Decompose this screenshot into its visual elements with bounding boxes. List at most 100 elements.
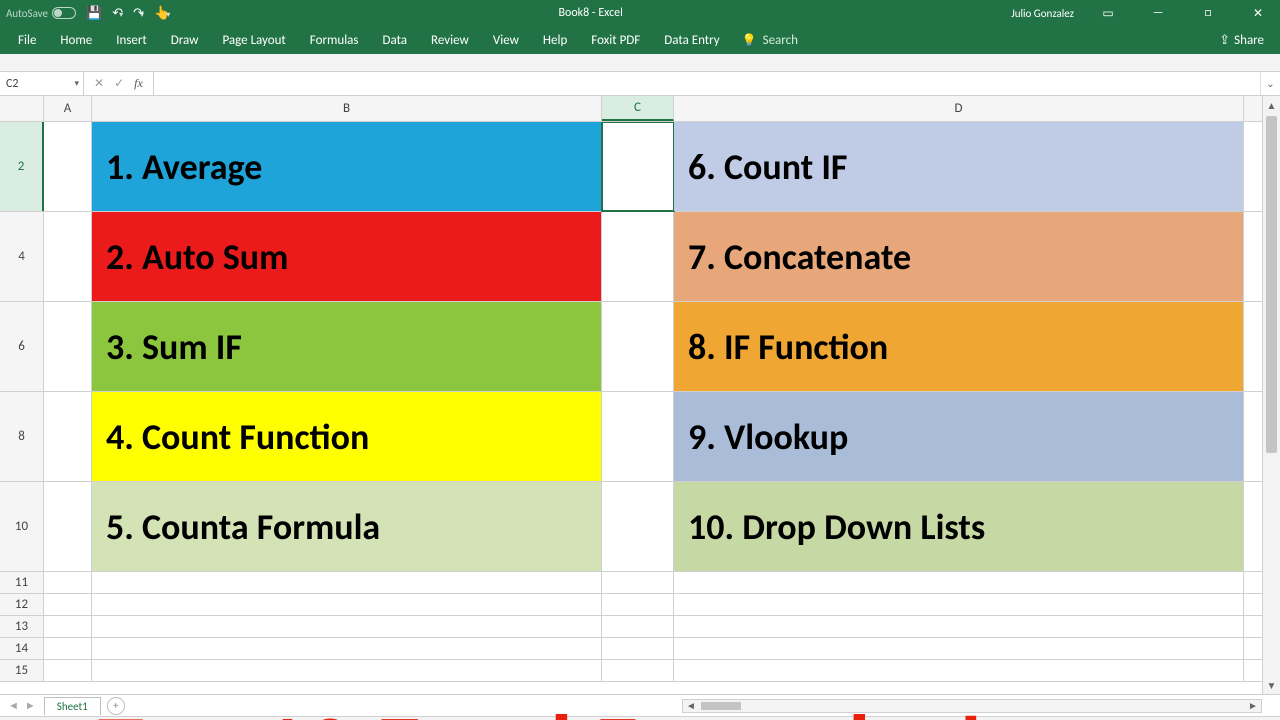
row-header-2[interactable]: 2 (0, 122, 44, 211)
cell-b13[interactable] (92, 616, 602, 637)
sheet-nav-prev-icon[interactable]: ◄ (8, 699, 19, 712)
cell-d4[interactable]: 7. Concatenate (674, 212, 1244, 301)
cell-a10[interactable] (44, 482, 92, 571)
sheet-tab-row: ◄ ► Sheet1 + ◄ ► (0, 694, 1280, 716)
tab-review[interactable]: Review (419, 26, 481, 54)
row-header-8[interactable]: 8 (0, 392, 44, 481)
cell-c6[interactable] (602, 302, 674, 391)
maximize-button[interactable]: □ (1192, 6, 1224, 20)
col-header-d[interactable]: D (674, 96, 1244, 121)
tab-data[interactable]: Data (371, 26, 420, 54)
tab-insert[interactable]: Insert (104, 26, 159, 54)
tell-me-search[interactable]: 💡 Search (742, 33, 798, 48)
undo-icon[interactable]: ↶▾ (112, 6, 123, 21)
cell-c12[interactable] (602, 594, 674, 615)
hscroll-thumb[interactable] (701, 702, 741, 710)
tab-foxit[interactable]: Foxit PDF (579, 26, 652, 54)
col-header-a[interactable]: A (44, 96, 92, 121)
cell-d11[interactable] (674, 572, 1244, 593)
cell-d6[interactable]: 8. IF Function (674, 302, 1244, 391)
name-box-dropdown-icon[interactable]: ▾ (74, 78, 79, 89)
cell-b4[interactable]: 2. Auto Sum (92, 212, 602, 301)
cell-c10[interactable] (602, 482, 674, 571)
cancel-formula-icon[interactable]: ✕ (94, 76, 104, 91)
select-all-corner[interactable] (0, 96, 44, 121)
cell-b10[interactable]: 5. Counta Formula (92, 482, 602, 571)
cell-c15[interactable] (602, 660, 674, 681)
cell-a14[interactable] (44, 638, 92, 659)
scroll-down-icon[interactable]: ▼ (1263, 676, 1280, 694)
row-header-10[interactable]: 10 (0, 482, 44, 571)
cell-a13[interactable] (44, 616, 92, 637)
cell-b14[interactable] (92, 638, 602, 659)
scroll-up-icon[interactable]: ▲ (1263, 96, 1280, 114)
cell-a2[interactable] (44, 122, 92, 211)
tab-help[interactable]: Help (531, 26, 579, 54)
cell-c2[interactable] (602, 122, 674, 211)
cell-b2[interactable]: 1. Average (92, 122, 602, 211)
minimize-button[interactable]: — (1142, 6, 1174, 20)
cell-b11[interactable] (92, 572, 602, 593)
cell-a8[interactable] (44, 392, 92, 481)
vertical-scrollbar[interactable]: ▲ ▼ (1262, 96, 1280, 694)
cell-d10[interactable]: 10. Drop Down Lists (674, 482, 1244, 571)
cell-a4[interactable] (44, 212, 92, 301)
cell-c11[interactable] (602, 572, 674, 593)
row-header-4[interactable]: 4 (0, 212, 44, 301)
sheet-tab-sheet1[interactable]: Sheet1 (44, 697, 101, 715)
row-header-14[interactable]: 14 (0, 638, 44, 659)
expand-formula-bar-icon[interactable]: ⌄ (1260, 72, 1280, 95)
cell-a15[interactable] (44, 660, 92, 681)
close-button[interactable]: ✕ (1242, 6, 1274, 21)
cell-d14[interactable] (674, 638, 1244, 659)
cell-d12[interactable] (674, 594, 1244, 615)
save-icon[interactable]: 💾 (86, 6, 102, 21)
cell-c8[interactable] (602, 392, 674, 481)
cell-b15[interactable] (92, 660, 602, 681)
cell-b8[interactable]: 4. Count Function (92, 392, 602, 481)
cell-a11[interactable] (44, 572, 92, 593)
col-header-c[interactable]: C (602, 96, 674, 121)
col-header-b[interactable]: B (92, 96, 602, 121)
share-button[interactable]: ⇪ Share (1209, 33, 1274, 48)
cell-b12[interactable] (92, 594, 602, 615)
cell-c4[interactable] (602, 212, 674, 301)
row-header-15[interactable]: 15 (0, 660, 44, 681)
row-header-12[interactable]: 12 (0, 594, 44, 615)
add-sheet-button[interactable]: + (107, 697, 125, 715)
row-header-6[interactable]: 6 (0, 302, 44, 391)
ribbon-display-icon[interactable]: ▭ (1092, 6, 1124, 21)
touch-icon[interactable]: 👆▾ (154, 6, 170, 21)
tab-page-layout[interactable]: Page Layout (210, 26, 297, 54)
tab-view[interactable]: View (481, 26, 531, 54)
autosave-toggle[interactable]: AutoSave (6, 7, 76, 20)
horizontal-scrollbar[interactable]: ◄ ► (682, 699, 1262, 713)
cell-d15[interactable] (674, 660, 1244, 681)
tab-file[interactable]: File (6, 26, 48, 54)
cell-d13[interactable] (674, 616, 1244, 637)
hscroll-right-icon[interactable]: ► (1245, 699, 1261, 712)
cell-d2[interactable]: 6. Count IF (674, 122, 1244, 211)
formula-input[interactable] (154, 72, 1260, 95)
hscroll-left-icon[interactable]: ◄ (683, 699, 699, 712)
cell-b6[interactable]: 3. Sum IF (92, 302, 602, 391)
sheet-nav-next-icon[interactable]: ► (25, 699, 36, 712)
tab-home[interactable]: Home (48, 26, 104, 54)
name-box[interactable]: C2 ▾ (0, 72, 84, 95)
tab-draw[interactable]: Draw (159, 26, 211, 54)
cell-a6[interactable] (44, 302, 92, 391)
enter-formula-icon[interactable]: ✓ (114, 76, 124, 91)
cell-d8[interactable]: 9. Vlookup (674, 392, 1244, 481)
tab-data-entry[interactable]: Data Entry (652, 26, 731, 54)
tab-formulas[interactable]: Formulas (298, 26, 371, 54)
user-name[interactable]: Julio Gonzalez (1011, 7, 1074, 20)
row-header-11[interactable]: 11 (0, 572, 44, 593)
row-header-13[interactable]: 13 (0, 616, 44, 637)
redo-icon[interactable]: ↷▾ (133, 6, 144, 21)
column-headers: A B C D (0, 96, 1262, 122)
vscroll-thumb[interactable] (1266, 116, 1277, 453)
cell-a12[interactable] (44, 594, 92, 615)
cell-c13[interactable] (602, 616, 674, 637)
cell-c14[interactable] (602, 638, 674, 659)
fx-icon[interactable]: fx (134, 76, 143, 91)
